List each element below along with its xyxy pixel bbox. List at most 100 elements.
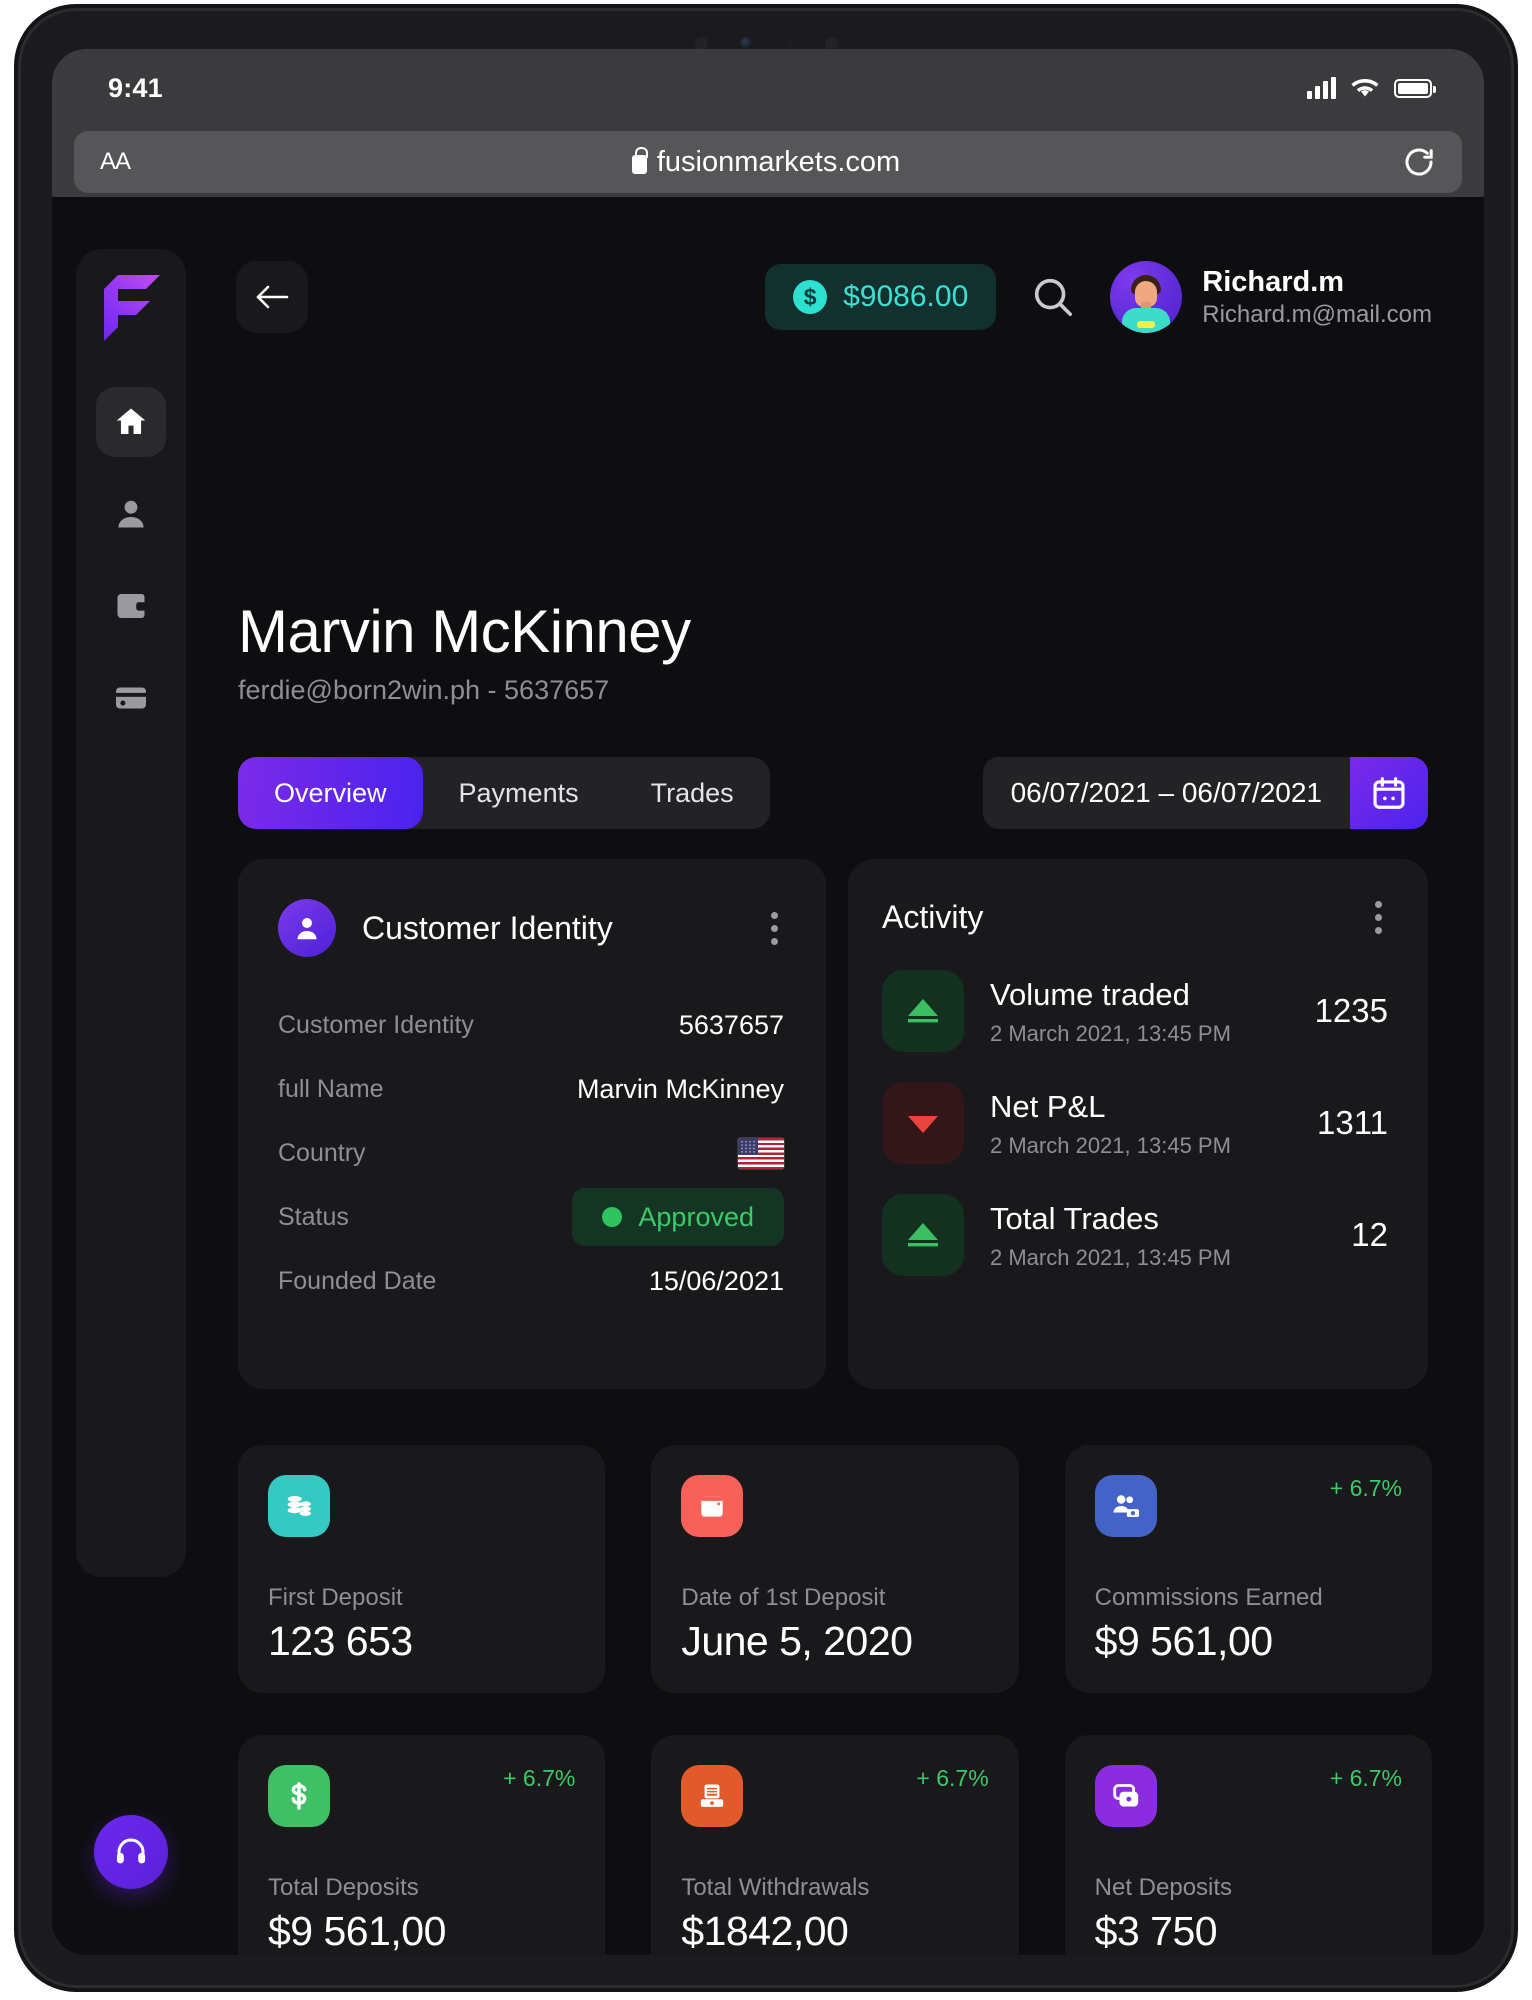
people-money-icon — [1094, 1475, 1157, 1537]
account-balance-pill[interactable]: $ $9086.00 — [765, 264, 997, 330]
stat-card-date-of-1st-deposit[interactable]: Date of 1st Deposit June 5, 2020 — [651, 1445, 1019, 1693]
status-badge: Approved — [572, 1188, 784, 1246]
identity-info-list: Customer Identity 5637657 full Name Marv… — [278, 999, 784, 1307]
card-title: Customer Identity — [362, 909, 613, 946]
stat-value: June 5, 2020 — [681, 1618, 913, 1664]
info-value: Marvin McKinney — [576, 1073, 784, 1104]
card-header: Customer Identity — [278, 899, 784, 957]
sidebar-item-wallet[interactable] — [96, 571, 166, 641]
people-money-glyph-icon — [1113, 1495, 1139, 1518]
info-label: Founded Date — [278, 1266, 437, 1295]
text-size-button[interactable]: AA — [100, 148, 131, 176]
stat-value: $9 561,00 — [1094, 1618, 1273, 1664]
stat-value: $9 561,00 — [268, 1908, 446, 1954]
stat-label: Total Withdrawals — [681, 1874, 870, 1901]
date-range-value[interactable]: 06/07/2021 – 06/07/2021 — [982, 757, 1350, 829]
info-label: full Name — [278, 1074, 384, 1103]
stat-label: Total Deposits — [268, 1874, 419, 1901]
stat-card-total-withdrawals[interactable]: + 6.7% Total Withdrawals $1842,00 — [651, 1735, 1019, 1955]
stat-card-total-deposits[interactable]: + 6.7% Total Deposits $9 561,00 — [238, 1735, 606, 1955]
stat-label: Date of 1st Deposit — [681, 1584, 886, 1611]
page-title: Marvin McKinney — [238, 598, 691, 665]
stat-card-top: + 6.7% — [1094, 1765, 1402, 1827]
lock-icon — [631, 146, 648, 174]
stat-card-top — [681, 1475, 988, 1537]
person-icon — [278, 899, 336, 957]
browser-url-bar[interactable]: AA fusionmarkets.com — [74, 131, 1462, 193]
info-label: Status — [278, 1202, 349, 1231]
date-range-picker[interactable]: 06/07/2021 – 06/07/2021 — [982, 757, 1428, 829]
stat-label: Commissions Earned — [1094, 1584, 1323, 1611]
tab-overview[interactable]: Overview — [238, 757, 423, 829]
user-icon — [118, 500, 144, 528]
tab-payments[interactable]: Payments — [423, 757, 615, 829]
activity-value: 1235 — [1314, 992, 1388, 1029]
card-icon — [116, 687, 146, 709]
calendar-glyph-icon — [701, 1496, 723, 1517]
activity-name: Volume traded — [990, 977, 1190, 1013]
search-icon — [1035, 278, 1073, 317]
headset-icon — [116, 1838, 146, 1864]
browser-chrome: 9:41 AA fusionmarkets.com — [52, 49, 1484, 197]
triangle-down-glyph-icon — [908, 1116, 938, 1133]
tab-bar: Overview Payments Trades — [238, 757, 770, 829]
activity-list: Volume traded 2 March 2021, 13:45 PM 123… — [882, 970, 1388, 1276]
stat-card-top: + 6.7% — [268, 1765, 575, 1827]
stat-card-commissions-earned[interactable]: + 6.7% Commissions Earned $9 561,00 — [1064, 1445, 1432, 1693]
status-time: 9:41 — [108, 72, 163, 103]
url-display[interactable]: fusionmarkets.com — [130, 146, 1402, 179]
user-profile[interactable]: Richard.m Richard.m@mail.com — [1110, 261, 1432, 333]
activity-name: Total Trades — [990, 1201, 1159, 1237]
fusion-markets-logo[interactable] — [100, 275, 162, 343]
cash-register-glyph-icon — [701, 1784, 724, 1807]
coins-glyph-icon — [287, 1495, 312, 1516]
tablet-device-frame: 9:41 AA fusionmarkets.com $ $9086.00 Ric… — [14, 4, 1518, 1992]
arrow-left-icon — [256, 285, 289, 309]
signal-bars-icon — [1307, 77, 1336, 99]
support-chat-button[interactable] — [94, 1815, 168, 1889]
stat-value: $3 750 — [1094, 1908, 1218, 1954]
coins-stack-icon — [268, 1475, 330, 1537]
top-bar: $ $9086.00 Richard.m Richard.m@mail.com — [236, 255, 1432, 339]
sidebar-item-clients[interactable] — [96, 479, 166, 549]
calendar-button[interactable] — [1350, 757, 1428, 829]
list-item[interactable]: Total Trades 2 March 2021, 13:45 PM 12 — [882, 1194, 1388, 1276]
wallet-icon — [117, 594, 147, 618]
home-icon — [116, 408, 146, 434]
stat-card-first-deposit[interactable]: First Deposit 123 653 — [238, 1445, 606, 1693]
wifi-icon — [1351, 79, 1379, 97]
kebab-menu-icon[interactable] — [765, 906, 784, 951]
stat-delta: + 6.7% — [1329, 1765, 1402, 1791]
triangle-down-icon — [882, 1082, 964, 1164]
info-row-status: Status Approved — [278, 1188, 784, 1246]
search-button[interactable] — [1026, 270, 1080, 324]
triangle-up-icon — [882, 1194, 964, 1276]
page-subtitle: ferdie@born2win.ph - 5637657 — [238, 675, 610, 705]
cash-register-icon — [681, 1765, 744, 1827]
profile-email: Richard.m@mail.com — [1202, 301, 1432, 329]
list-item[interactable]: Volume traded 2 March 2021, 13:45 PM 123… — [882, 970, 1388, 1052]
stat-label: Net Deposits — [1094, 1874, 1233, 1901]
stat-card-net-deposits[interactable]: + 6.7% Net Deposits $3 750 — [1064, 1735, 1432, 1955]
stat-value: 123 653 — [268, 1618, 413, 1664]
kebab-menu-icon[interactable] — [1369, 895, 1388, 940]
balance-amount: $9086.00 — [843, 280, 969, 313]
device-screen: 9:41 AA fusionmarkets.com $ $9086.00 Ric… — [52, 49, 1484, 1955]
sidebar-item-cards[interactable] — [96, 663, 166, 733]
info-label: Country — [278, 1138, 366, 1167]
info-label: Customer Identity — [278, 1010, 474, 1039]
info-row-country: Country — [278, 1127, 784, 1179]
top-bar-right: $ $9086.00 Richard.m Richard.m@mail.com — [765, 261, 1432, 333]
reload-icon[interactable] — [1402, 145, 1436, 179]
triangle-up-icon — [882, 970, 964, 1052]
dollar-sign-icon — [268, 1765, 330, 1827]
list-item[interactable]: Net P&L 2 March 2021, 13:45 PM 1311 — [882, 1082, 1388, 1164]
activity-text: Total Trades 2 March 2021, 13:45 PM — [990, 1199, 1325, 1270]
sidebar-item-home[interactable] — [96, 387, 166, 457]
back-button[interactable] — [236, 261, 308, 333]
tab-trades[interactable]: Trades — [615, 757, 770, 829]
person-glyph-icon — [297, 918, 317, 940]
stat-label: First Deposit — [268, 1584, 403, 1611]
sensor-dot — [784, 39, 793, 47]
profile-name: Richard.m — [1202, 265, 1345, 298]
